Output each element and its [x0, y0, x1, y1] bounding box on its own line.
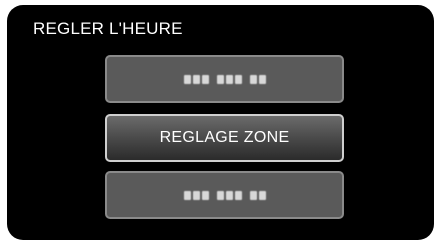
page-title: REGLER L'HEURE — [33, 19, 183, 38]
camera-screen: REGLER L'HEURE REGLAGE ZONE — [7, 5, 434, 240]
menu-item-1[interactable] — [105, 55, 344, 103]
zone-setting-button[interactable]: REGLAGE ZONE — [105, 114, 344, 162]
obscured-label — [183, 74, 266, 84]
menu-item-3[interactable] — [105, 171, 344, 219]
obscured-label — [183, 190, 266, 200]
zone-setting-label: REGLAGE ZONE — [159, 129, 290, 146]
